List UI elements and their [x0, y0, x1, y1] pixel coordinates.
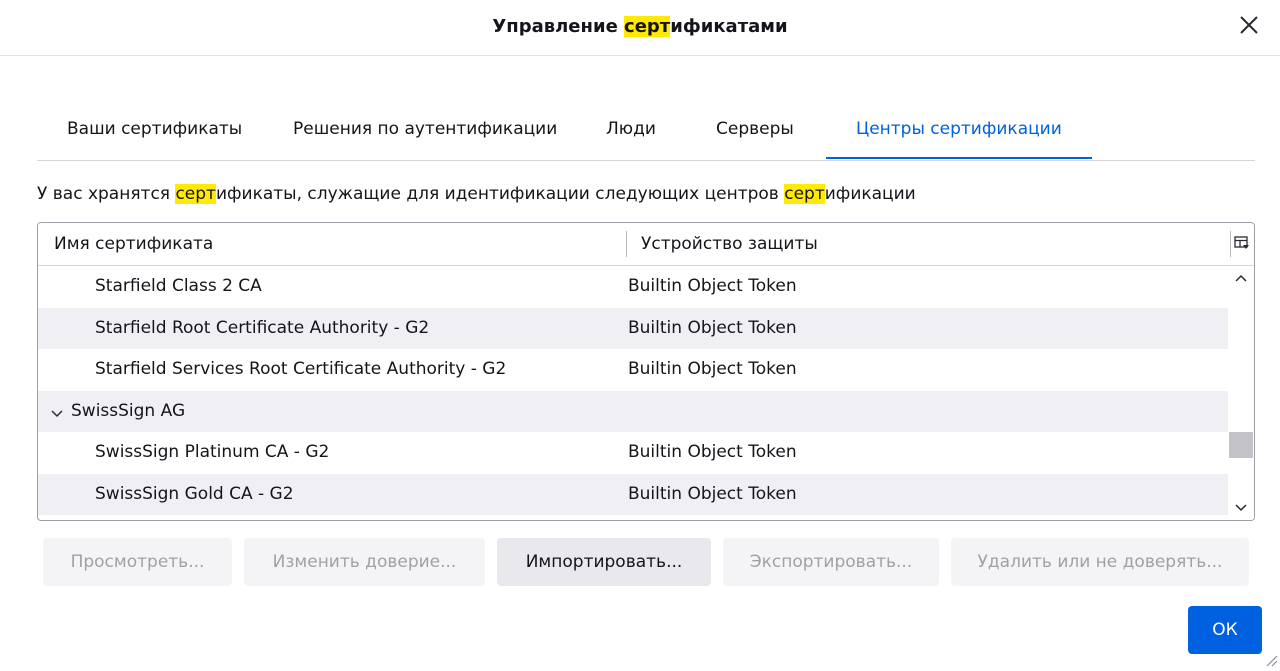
view-button[interactable]: Просмотреть...: [43, 538, 232, 586]
group-name: SwissSign AG: [71, 400, 186, 421]
description-highlight-2: серт: [784, 184, 825, 204]
close-icon: [1240, 16, 1258, 34]
resize-grip-icon[interactable]: [1264, 652, 1278, 667]
column-picker-icon: [1234, 236, 1249, 249]
dialog-title: Управление сертификатами: [0, 16, 1280, 37]
table-row[interactable]: Starfield Root Certificate Authority - G…: [38, 307, 1228, 349]
delete-or-distrust-button[interactable]: Удалить или не доверять...: [951, 538, 1249, 586]
description-part-3: ификации: [824, 184, 916, 204]
cert-name: Starfield Services Root Certificate Auth…: [95, 359, 507, 379]
certificate-tree[interactable]: Имя сертификата Устройство защиты Starfi…: [37, 222, 1255, 521]
tab-servers[interactable]: Серверы: [716, 104, 794, 157]
cert-name: SwissSign Platinum CA - G2: [95, 442, 330, 462]
cert-name: Starfield Root Certificate Authority - G…: [95, 317, 430, 338]
description-highlight-1: серт: [175, 184, 216, 204]
cert-device: Builtin Object Token: [628, 483, 797, 504]
cert-device: Builtin Object Token: [628, 442, 797, 462]
scroll-down-icon[interactable]: [1232, 498, 1250, 516]
ok-button[interactable]: ОК: [1188, 606, 1262, 654]
column-separator[interactable]: [626, 231, 627, 257]
tab-authorities-label: Центры сертификации: [856, 119, 1062, 139]
tree-header: Имя сертификата Устройство защиты: [38, 223, 1254, 266]
cert-device: Builtin Object Token: [628, 317, 797, 338]
cert-name: Starfield Class 2 CA: [95, 276, 262, 296]
title-bar: Управление сертификатами: [0, 0, 1280, 56]
tab-authorities[interactable]: Центры сертификации: [826, 104, 1092, 159]
column-picker-button[interactable]: [1230, 223, 1254, 265]
import-button[interactable]: Импортировать...: [497, 538, 711, 586]
chevron-down-icon[interactable]: [50, 405, 64, 419]
export-button[interactable]: Экспортировать...: [723, 538, 939, 586]
dialog-title-part-2: ификатами: [670, 16, 788, 37]
tab-your-certificates[interactable]: Ваши сертификаты: [67, 104, 242, 157]
scroll-up-icon[interactable]: [1232, 270, 1250, 288]
close-button[interactable]: [1238, 14, 1260, 36]
tab-people[interactable]: Люди: [606, 104, 656, 157]
description-part-2: ификаты, служащие для идентификации след…: [215, 184, 785, 204]
cert-name: SwissSign Gold CA - G2: [95, 483, 294, 504]
column-header-device[interactable]: Устройство защиты: [641, 223, 818, 265]
dialog-title-part-1: Управление: [492, 16, 625, 37]
cert-device: Builtin Object Token: [628, 276, 797, 296]
scrollbar-thumb[interactable]: [1229, 432, 1253, 458]
tab-bar: Ваши сертификаты Решения по аутентификац…: [37, 104, 1255, 161]
edit-trust-button[interactable]: Изменить доверие...: [244, 538, 485, 586]
column-header-name[interactable]: Имя сертификата: [54, 223, 213, 265]
table-row[interactable]: SwissSign Gold CA - G2 Builtin Object To…: [38, 473, 1228, 515]
table-row[interactable]: Starfield Class 2 CA Builtin Object Toke…: [38, 266, 1228, 308]
vertical-scrollbar[interactable]: [1228, 266, 1254, 520]
tree-rows: Starfield Class 2 CA Builtin Object Toke…: [38, 266, 1228, 520]
table-row-group[interactable]: SwissSign AG: [38, 390, 1228, 432]
cert-device: Builtin Object Token: [628, 359, 797, 379]
tab-authentication-decisions[interactable]: Решения по аутентификации: [293, 104, 557, 157]
description-text: У вас хранятся сертификаты, служащие для…: [37, 184, 916, 204]
table-row[interactable]: SwissSign Platinum CA - G2 Builtin Objec…: [38, 432, 1228, 474]
table-row[interactable]: Starfield Services Root Certificate Auth…: [38, 349, 1228, 391]
description-part-1: У вас хранятся: [37, 184, 176, 204]
dialog-title-highlight: серт: [624, 16, 671, 37]
